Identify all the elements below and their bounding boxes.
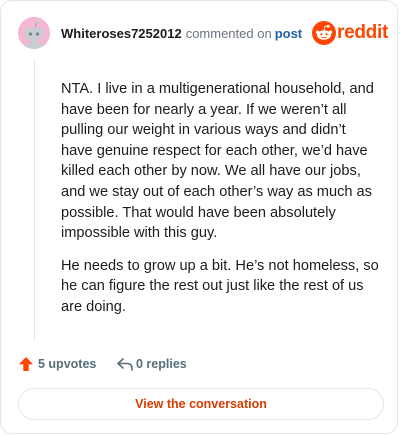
upvote-count: 5 upvotes: [38, 357, 97, 371]
comment-header: Whiteroses7252012 commented on post: [61, 26, 302, 42]
snoo-avatar-icon: [18, 17, 50, 49]
upvote-arrow-icon[interactable]: [18, 356, 34, 372]
post-link[interactable]: post: [275, 26, 302, 41]
reply-arrow-icon[interactable]: [116, 356, 134, 372]
view-conversation-button[interactable]: View the conversation: [18, 388, 384, 420]
comment-body: NTA. I live in a multigenerational house…: [61, 79, 381, 330]
reddit-snoo-icon: [312, 21, 336, 45]
commented-on-text: commented on: [185, 26, 272, 41]
reddit-wordmark: reddit: [337, 22, 388, 43]
user-avatar[interactable]: [18, 17, 50, 49]
reply-count: 0 replies: [136, 357, 187, 371]
comment-paragraph: NTA. I live in a multigenerational house…: [61, 81, 374, 242]
thread-line: [34, 59, 35, 341]
reddit-logo[interactable]: reddit: [312, 21, 388, 47]
comment-paragraph: He needs to grow up a bit. He’s not home…: [61, 257, 379, 315]
username[interactable]: Whiteroses7252012: [61, 26, 182, 41]
comment-card: Whiteroses7252012 commented on post reddit…: [0, 0, 398, 434]
